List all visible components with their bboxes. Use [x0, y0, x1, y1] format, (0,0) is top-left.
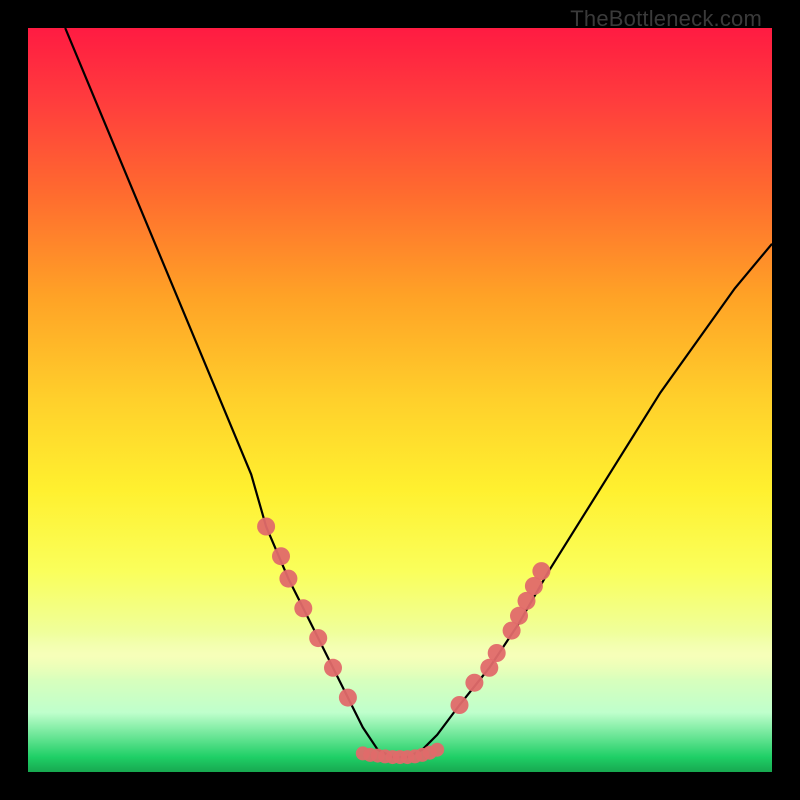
- plot-area: [28, 28, 772, 772]
- data-point: [257, 518, 275, 536]
- bottleneck-curve: [65, 28, 772, 757]
- chart-frame: TheBottleneck.com: [0, 0, 800, 800]
- data-point: [309, 629, 327, 647]
- data-point: [279, 570, 297, 588]
- data-point: [294, 599, 312, 617]
- right-branch-points: [451, 562, 551, 714]
- data-point: [451, 696, 469, 714]
- data-point: [339, 689, 357, 707]
- data-point: [532, 562, 550, 580]
- flat-bottom-points: [356, 743, 444, 764]
- left-branch-points: [257, 518, 357, 707]
- data-point: [488, 644, 506, 662]
- curve-svg: [28, 28, 772, 772]
- data-point: [324, 659, 342, 677]
- data-point: [430, 743, 444, 757]
- data-point: [272, 547, 290, 565]
- data-point: [465, 674, 483, 692]
- watermark-text: TheBottleneck.com: [570, 6, 762, 32]
